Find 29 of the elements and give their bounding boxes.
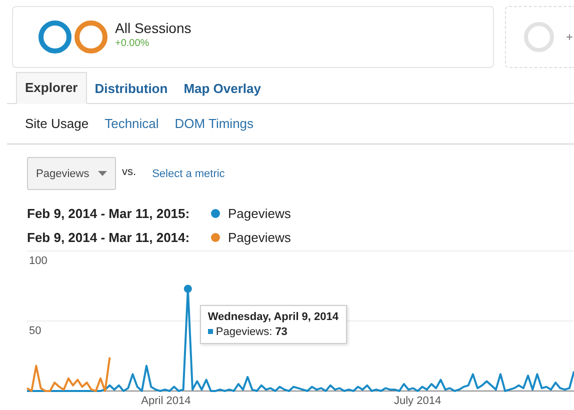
subtab[interactable]: Site Usage bbox=[25, 116, 89, 143]
date-range: Feb 9, 2014 - Mar 11, 2015: bbox=[27, 206, 191, 220]
subtab[interactable]: Technical bbox=[104, 116, 159, 143]
legend-metric: Pageviews bbox=[228, 206, 291, 220]
metric-dropdown[interactable]: Pageviews bbox=[27, 157, 116, 190]
legend-metric: Pageviews bbox=[228, 230, 291, 244]
segment-rings-icon bbox=[38, 20, 108, 54]
y-tick-label: 100 bbox=[29, 255, 48, 267]
add-segment-card[interactable]: + bbox=[505, 6, 574, 68]
point-marker bbox=[184, 284, 192, 293]
subtab[interactable]: DOM Timings bbox=[174, 116, 254, 143]
empty-ring-icon bbox=[522, 20, 556, 54]
date-range: Feb 9, 2014 - Mar 11, 2014: bbox=[27, 230, 191, 244]
x-tick-label: April 2014 bbox=[141, 395, 191, 407]
select-metric-link[interactable]: Select a metric bbox=[152, 168, 225, 180]
caret-icon bbox=[98, 171, 107, 176]
series-square-icon bbox=[208, 329, 213, 334]
x-tick-label: July 2014 bbox=[394, 395, 442, 407]
tooltip-title: Wednesday, April 9, 2014 bbox=[208, 310, 339, 323]
tooltip-value: Pageviews: 73 bbox=[216, 326, 288, 338]
vs-label: vs. bbox=[122, 166, 136, 178]
tab[interactable]: Distribution bbox=[86, 74, 176, 104]
tab[interactable]: Map Overlay bbox=[176, 74, 270, 104]
segment-card[interactable]: All Sessions +0.00% bbox=[12, 6, 494, 68]
tab[interactable]: Explorer bbox=[16, 72, 87, 104]
segment-change: +0.00% bbox=[115, 38, 150, 48]
y-tick-label: 50 bbox=[29, 325, 42, 337]
add-label: + bbox=[566, 30, 574, 44]
segment-title: All Sessions bbox=[115, 20, 192, 36]
